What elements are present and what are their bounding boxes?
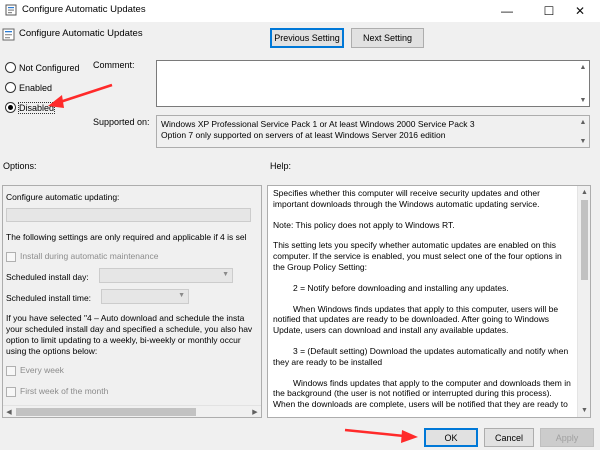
- ok-label: OK: [444, 432, 458, 443]
- help-paragraph-7: Windows finds updates that apply to the …: [273, 377, 571, 410]
- help-vscrollbar[interactable]: ▲ ▼: [577, 186, 590, 417]
- every-week-label: Every week: [20, 365, 64, 375]
- chevron-down-icon: ▼: [178, 292, 185, 299]
- apply-button[interactable]: Apply: [540, 428, 594, 447]
- supported-on-label: Supported on:: [93, 117, 150, 127]
- help-vscroll-thumb[interactable]: [581, 200, 588, 280]
- help-paragraph-6: 3 = (Default setting) Download the updat…: [273, 345, 569, 367]
- next-setting-label: Next Setting: [362, 33, 413, 43]
- help-panel[interactable]: Specifies whether this computer will rec…: [267, 185, 591, 418]
- policy-app-icon: [5, 4, 17, 16]
- help-paragraph-1: Specifies whether this computer will rec…: [273, 188, 540, 209]
- radio-not-configured-circle[interactable]: [5, 62, 16, 73]
- comment-scroll-down-icon[interactable]: ▼: [578, 95, 588, 105]
- options-para-line-4: using the options below:: [6, 346, 98, 356]
- supported-line-2: Option 7 only supported on servers of at…: [161, 130, 446, 140]
- annotation-arrow-ok: [344, 428, 418, 443]
- previous-setting-label: Previous Setting: [274, 33, 340, 43]
- minimize-button[interactable]: —: [486, 0, 528, 22]
- annotation-arrow-disabled: [48, 83, 113, 108]
- comment-label: Comment:: [93, 60, 135, 70]
- radio-enabled[interactable]: Enabled: [5, 82, 52, 93]
- settings-note: The following settings are only required…: [6, 232, 247, 242]
- minimize-icon: —: [501, 4, 513, 18]
- scheduled-day-select[interactable]: ▼: [99, 268, 233, 283]
- scroll-up-icon[interactable]: ▲: [579, 187, 590, 198]
- maximize-icon: ☐: [543, 4, 555, 18]
- supported-scroll-up-icon[interactable]: ▲: [578, 117, 588, 127]
- radio-disabled-circle[interactable]: [5, 102, 16, 113]
- configure-updating-select[interactable]: [6, 208, 251, 222]
- window-title: Configure Automatic Updates: [22, 4, 146, 15]
- radio-not-configured[interactable]: Not Configured: [5, 62, 80, 73]
- every-week-row[interactable]: Every week: [6, 365, 64, 376]
- cancel-label: Cancel: [494, 432, 523, 443]
- install-maintenance-row[interactable]: Install during automatic maintenance: [6, 251, 158, 262]
- previous-setting-button[interactable]: Previous Setting: [270, 28, 344, 48]
- install-maintenance-label: Install during automatic maintenance: [20, 251, 159, 261]
- help-paragraph-3: This setting lets you specify whether au…: [273, 240, 562, 272]
- help-paragraph-5: When Windows finds updates that apply to…: [273, 303, 559, 336]
- scheduled-time-select[interactable]: ▼: [101, 289, 189, 304]
- first-week-label: First week of the month: [20, 386, 109, 396]
- options-para-line-2: your scheduled install day and specified…: [6, 324, 253, 334]
- radio-disabled[interactable]: Disabled: [5, 101, 56, 114]
- help-content: Specifies whether this computer will rec…: [273, 188, 573, 417]
- options-label: Options:: [3, 161, 37, 171]
- supported-line-1: Windows XP Professional Service Pack 1 o…: [161, 119, 475, 129]
- policy-name: Configure Automatic Updates: [19, 28, 143, 39]
- comment-scroll-up-icon[interactable]: ▲: [578, 62, 588, 72]
- policy-setting-icon: [2, 28, 15, 41]
- first-week-row[interactable]: First week of the month: [6, 386, 108, 397]
- radio-enabled-label: Enabled: [19, 82, 53, 93]
- scheduled-time-label: Scheduled install time:: [6, 293, 92, 303]
- scroll-down-icon[interactable]: ▼: [579, 405, 590, 416]
- radio-not-configured-label: Not Configured: [19, 62, 80, 73]
- scroll-right-icon[interactable]: ▶: [250, 407, 260, 417]
- help-paragraph-2: Note: This policy does not apply to Wind…: [273, 219, 455, 230]
- configure-updating-label: Configure automatic updating:: [6, 192, 120, 202]
- close-button[interactable]: ✕: [560, 0, 600, 22]
- close-icon: ✕: [574, 4, 586, 18]
- scroll-left-icon[interactable]: ◀: [4, 407, 14, 417]
- supported-scroll-down-icon[interactable]: ▼: [578, 136, 588, 146]
- every-week-checkbox[interactable]: [6, 365, 16, 376]
- radio-enabled-circle[interactable]: [5, 82, 16, 93]
- ok-button[interactable]: OK: [424, 428, 478, 447]
- scheduled-day-label: Scheduled install day:: [6, 272, 89, 282]
- options-hscroll-thumb[interactable]: [16, 408, 196, 416]
- options-para-line-3: option to limit updating to a weekly, bi…: [6, 335, 241, 345]
- chevron-down-icon: ▼: [222, 271, 229, 278]
- supported-on-box: Windows XP Professional Service Pack 1 o…: [156, 115, 590, 148]
- first-week-checkbox[interactable]: [6, 386, 16, 397]
- apply-label: Apply: [555, 432, 579, 443]
- radio-disabled-label: Disabled: [17, 101, 56, 114]
- help-paragraph-4: 2 = Notify before downloading and instal…: [293, 282, 509, 293]
- options-para-line-1: If you have selected "4 – Auto download …: [6, 313, 245, 323]
- next-setting-button[interactable]: Next Setting: [351, 28, 424, 48]
- title-bar[interactable]: Configure Automatic Updates — ☐ ✕: [0, 0, 600, 22]
- help-label: Help:: [270, 161, 292, 171]
- cancel-button[interactable]: Cancel: [484, 428, 534, 447]
- options-hscrollbar[interactable]: ◀ ▶: [3, 405, 261, 417]
- install-maintenance-checkbox[interactable]: [6, 251, 16, 262]
- comment-textarea[interactable]: ▲ ▼: [156, 60, 590, 107]
- options-panel[interactable]: Configure automatic updating: The follow…: [2, 185, 262, 418]
